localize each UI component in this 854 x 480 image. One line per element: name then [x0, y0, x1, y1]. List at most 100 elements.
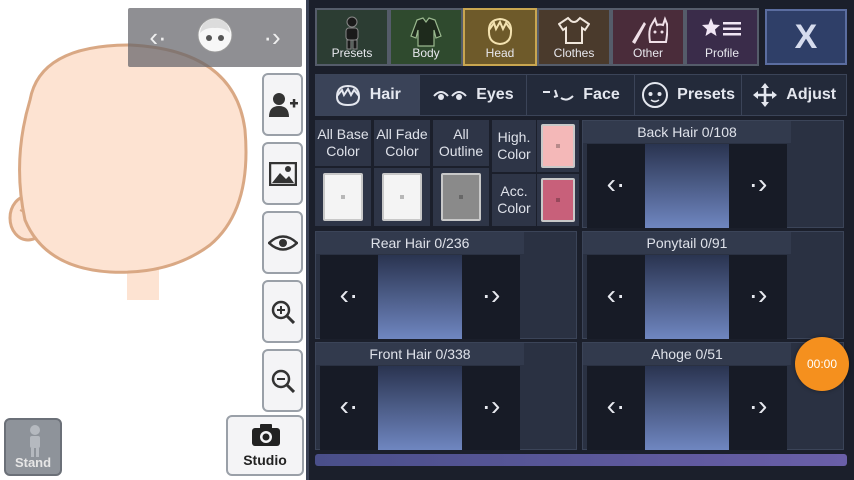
eyes-icon	[433, 91, 467, 100]
image-icon	[268, 161, 297, 186]
acc-color-cell	[537, 174, 579, 226]
all-base-color-swatch[interactable]	[323, 173, 363, 221]
tab-clothes-label: Clothes	[553, 46, 595, 60]
ahoge-preview[interactable]	[645, 366, 729, 450]
ahoge-next-button[interactable]: ·›	[729, 366, 787, 450]
camera-icon	[252, 424, 280, 446]
close-button[interactable]: X	[765, 9, 847, 65]
category-tabs: Presets Body Head Clothes Other Profile	[315, 8, 759, 66]
back-hair-preview[interactable]	[645, 144, 729, 228]
ponytail-selector: Ponytail 0/91 ‹· ·›	[582, 231, 844, 339]
stand-label: Stand	[14, 455, 52, 470]
ponytail-preview[interactable]	[645, 255, 729, 339]
ponytail-prev-button[interactable]: ‹·	[587, 255, 645, 339]
acc-color-swatch[interactable]	[541, 178, 575, 222]
back-hair-next-button[interactable]: ·›	[729, 144, 787, 228]
back-hair-selector: Back Hair 0/108 ‹· ·›	[582, 120, 844, 228]
character-canvas[interactable]: ‹· ·› Stand Studio	[0, 0, 306, 480]
all-base-color-label: All Base Color	[315, 120, 371, 166]
head-subtabs: Hair Eyes Face Presets Adjust	[315, 74, 847, 116]
acc-color-label: Acc. Color	[492, 174, 536, 226]
face-icon	[543, 89, 574, 101]
visibility-button[interactable]	[262, 211, 303, 274]
rear-hair-preview[interactable]	[378, 255, 462, 339]
eye-icon	[267, 234, 298, 251]
ponytail-next-button[interactable]: ·›	[729, 255, 787, 339]
ponytail-title: Ponytail 0/91	[583, 232, 791, 254]
zoom-out-button[interactable]	[262, 349, 303, 412]
sword-cat-icon	[632, 16, 668, 44]
torso-icon	[410, 17, 442, 47]
subtab-presets-label: Presets	[677, 86, 735, 103]
front-hair-title: Front Hair 0/338	[316, 343, 524, 365]
tab-other[interactable]: Other	[611, 8, 685, 66]
tab-head[interactable]: Head	[463, 8, 537, 66]
tab-clothes[interactable]: Clothes	[537, 8, 611, 66]
stand-button[interactable]: Stand	[4, 418, 62, 476]
hair-icon	[335, 84, 360, 107]
subtab-presets[interactable]: Presets	[635, 75, 743, 115]
high-color-label: High. Color	[492, 120, 536, 172]
all-outline-cell	[433, 168, 489, 226]
high-color-swatch[interactable]	[541, 124, 575, 168]
studio-button[interactable]: Studio	[226, 415, 304, 476]
front-hair-preview[interactable]	[378, 366, 462, 450]
ahoge-prev-button[interactable]: ‹·	[587, 366, 645, 450]
rear-hair-prev-button[interactable]: ‹·	[320, 255, 378, 339]
high-color-cell	[537, 120, 579, 172]
subtab-adjust-label: Adjust	[786, 86, 837, 103]
front-hair-selector: Front Hair 0/338 ‹· ·›	[315, 342, 577, 450]
shirt-icon	[558, 16, 590, 44]
all-outline-label: All Outline	[433, 120, 489, 166]
tab-body-label: Body	[412, 46, 440, 60]
standing-figure-icon	[30, 425, 40, 457]
ahoge-title: Ahoge 0/51	[583, 343, 791, 365]
all-outline-swatch[interactable]	[441, 173, 481, 221]
all-base-color-cell	[315, 168, 371, 226]
previous-character-button[interactable]: ‹·	[146, 22, 170, 52]
all-fade-color-cell	[374, 168, 430, 226]
tab-profile-label: Profile	[704, 46, 739, 60]
star-list-icon	[702, 18, 741, 36]
background-button[interactable]	[262, 142, 303, 205]
head-icon	[487, 17, 513, 46]
record-timer-button[interactable]: 00:00	[795, 337, 849, 391]
tab-presets-label: Presets	[331, 46, 373, 60]
panel-bottom-bar	[315, 454, 847, 466]
subtab-adjust[interactable]: Adjust	[742, 75, 846, 115]
tab-profile[interactable]: Profile	[685, 8, 759, 66]
add-character-button[interactable]	[262, 73, 303, 136]
front-hair-prev-button[interactable]: ‹·	[320, 366, 378, 450]
front-hair-next-button[interactable]: ·›	[462, 366, 520, 450]
rear-hair-title: Rear Hair 0/236	[316, 232, 524, 254]
tab-body[interactable]: Body	[389, 8, 463, 66]
subtab-hair-label: Hair	[369, 86, 401, 103]
rear-hair-selector: Rear Hair 0/236 ‹· ·›	[315, 231, 577, 339]
subtab-eyes-label: Eyes	[476, 86, 514, 103]
subtab-face[interactable]: Face	[527, 75, 635, 115]
subtab-face-label: Face	[583, 86, 620, 103]
next-character-button[interactable]: ·›	[260, 22, 284, 52]
character-head-preview	[8, 43, 248, 300]
person-silhouette-icon	[345, 16, 359, 50]
all-fade-color-label: All Fade Color	[374, 120, 430, 166]
character-avatar-icon[interactable]	[196, 15, 234, 53]
tab-presets[interactable]: Presets	[315, 8, 389, 66]
zoom-in-button[interactable]	[262, 280, 303, 343]
zoom-out-icon	[271, 369, 295, 393]
tab-head-label: Head	[485, 46, 515, 60]
face-preset-icon	[642, 82, 669, 108]
zoom-in-icon	[271, 300, 295, 324]
rear-hair-next-button[interactable]: ·›	[462, 255, 520, 339]
tab-other-label: Other	[632, 46, 663, 60]
studio-label: Studio	[243, 452, 287, 468]
editor-panel: Presets Body Head Clothes Other Profile …	[306, 0, 854, 480]
all-fade-color-swatch[interactable]	[382, 173, 422, 221]
move-arrows-icon	[753, 83, 778, 107]
back-hair-title: Back Hair 0/108	[583, 121, 791, 143]
add-person-icon	[268, 92, 298, 117]
back-hair-prev-button[interactable]: ‹·	[587, 144, 645, 228]
subtab-eyes[interactable]: Eyes	[420, 75, 528, 115]
subtab-hair[interactable]: Hair	[316, 75, 420, 115]
character-switcher: ‹· ·›	[128, 8, 302, 67]
